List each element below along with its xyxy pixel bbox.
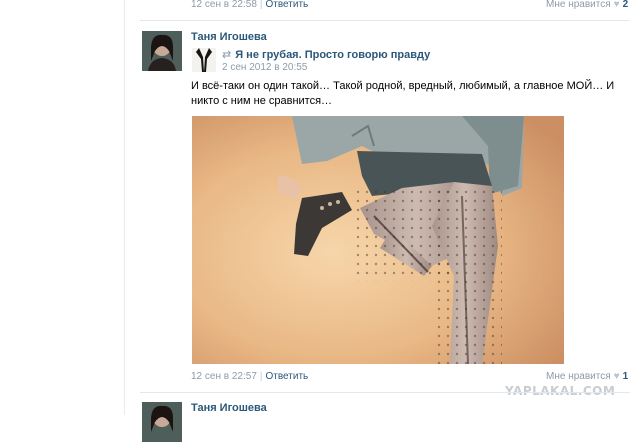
next-post-author-name[interactable]: Таня Игошева (191, 402, 267, 414)
watermark: YAPLAKAL.COM (505, 384, 616, 398)
heart-icon: ♥ (613, 371, 620, 382)
separator: | (259, 0, 263, 10)
post-meta: 12 сен в 22:57 | Ответить (191, 371, 308, 382)
repost-thumbnail-image (192, 48, 216, 72)
like-count: 1 (622, 371, 629, 382)
left-margin (0, 0, 124, 415)
divider (140, 392, 630, 393)
repost-thumbnail[interactable] (192, 48, 216, 72)
post-like[interactable]: Мне нравится ♥ 1 (546, 371, 628, 382)
post-text: И всё-таки он один такой… Такой родной, … (191, 80, 615, 107)
repost-source[interactable]: ⇄ Я не грубая. Просто говорю правду (222, 48, 430, 61)
repost-title: Я не грубая. Просто говорю правду (235, 49, 431, 61)
top-comment-like[interactable]: Мне нравится ♥ 2 (546, 0, 628, 10)
post-date[interactable]: 12 сен в 22:57 (191, 371, 257, 382)
avatar-image (142, 31, 182, 71)
post-reply-link[interactable]: Ответить (266, 371, 309, 382)
separator: | (259, 371, 263, 382)
top-comment-date[interactable]: 12 сен в 22:58 (191, 0, 257, 10)
post-author-avatar[interactable] (142, 31, 182, 71)
repost-arrow-icon: ⇄ (222, 49, 232, 61)
avatar-image (142, 402, 182, 442)
top-comment-meta: 12 сен в 22:58 | Ответить (191, 0, 308, 10)
post-photo[interactable] (192, 116, 564, 364)
next-post-avatar[interactable] (142, 402, 182, 442)
like-count: 2 (622, 0, 629, 10)
post-author-name[interactable]: Таня Игошева (191, 31, 267, 43)
divider (140, 20, 630, 21)
like-label: Мне нравится (546, 0, 611, 10)
heart-icon: ♥ (613, 0, 620, 10)
repost-date[interactable]: 2 сен 2012 в 20:55 (222, 62, 307, 73)
like-label: Мне нравится (546, 371, 611, 382)
top-comment-reply-link[interactable]: Ответить (266, 0, 309, 10)
post-photo-image (192, 116, 564, 364)
